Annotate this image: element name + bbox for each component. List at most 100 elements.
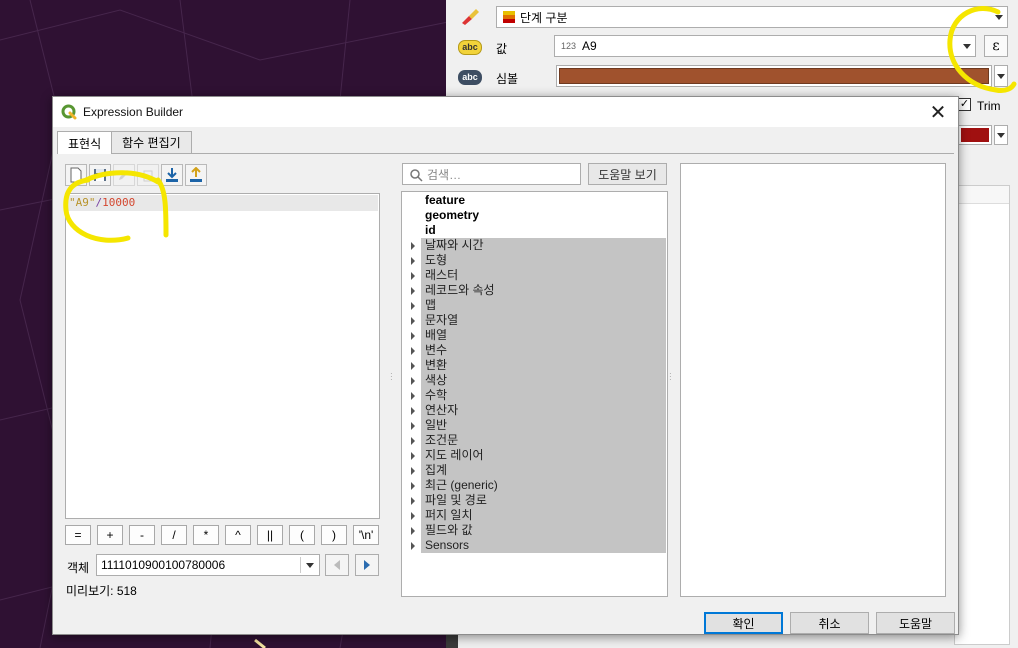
tree-group-item[interactable]: 맵 <box>421 298 666 313</box>
search-input[interactable]: 검색… <box>402 163 581 185</box>
tree-group-item[interactable]: 변환 <box>421 358 666 373</box>
expand-arrow-icon[interactable] <box>411 542 415 550</box>
symbol-button[interactable] <box>556 65 992 87</box>
tab-divider <box>57 153 954 154</box>
splitter-handle[interactable]: · · · <box>669 370 672 384</box>
operator-minus-button[interactable]: - <box>129 525 155 545</box>
expand-arrow-icon[interactable] <box>411 437 415 445</box>
ok-button[interactable]: 확인 <box>704 612 783 634</box>
tree-group-item[interactable]: 배열 <box>421 328 666 343</box>
export-icon[interactable] <box>185 164 207 186</box>
expand-arrow-icon[interactable] <box>411 347 415 355</box>
function-tree[interactable]: feature geometry id 날짜와 시간 도형 래스터 레코드와 속성 맵 문… <box>401 191 668 597</box>
save-icon[interactable] <box>89 164 111 186</box>
show-help-button[interactable]: 도움말 보기 <box>588 163 667 185</box>
expand-arrow-icon[interactable] <box>411 362 415 370</box>
symbol-menu-button[interactable] <box>994 65 1008 87</box>
tree-group-item[interactable]: 연산자 <box>421 403 666 418</box>
operator-divide-button[interactable]: / <box>161 525 187 545</box>
tree-group-item[interactable]: 변수 <box>421 343 666 358</box>
trim-checkbox[interactable]: ✓ <box>958 98 971 111</box>
tree-group-item[interactable]: 최근 (generic) <box>421 478 666 493</box>
expand-arrow-icon[interactable] <box>411 527 415 535</box>
chevron-down-icon <box>997 133 1005 138</box>
tree-group-item[interactable]: 일반 <box>421 418 666 433</box>
help-button[interactable]: 도움말 <box>876 612 955 634</box>
trim-label: Trim <box>977 99 1001 113</box>
expand-arrow-icon[interactable] <box>411 467 415 475</box>
expand-arrow-icon[interactable] <box>411 272 415 280</box>
tree-group-item[interactable]: 집계 <box>421 463 666 478</box>
expand-arrow-icon[interactable] <box>411 317 415 325</box>
search-icon <box>410 169 423 182</box>
expand-arrow-icon[interactable] <box>411 242 415 250</box>
tab-expression[interactable]: 표현식 <box>57 131 113 154</box>
feature-label: 객체 <box>67 561 90 575</box>
operator-newline-button[interactable]: '\n' <box>353 525 379 545</box>
tree-item-geometry[interactable]: geometry <box>421 208 667 223</box>
tree-group-item[interactable]: 퍼지 일치 <box>421 508 666 523</box>
next-feature-button[interactable] <box>355 554 379 576</box>
color-ramp-fill <box>961 128 989 142</box>
previous-feature-button[interactable] <box>325 554 349 576</box>
value-field-combo[interactable]: 123 A9 <box>554 35 976 57</box>
expression-field-token: "A9" <box>69 196 96 209</box>
close-icon[interactable]: ✕ <box>926 100 950 124</box>
expand-arrow-icon[interactable] <box>411 512 415 520</box>
expression-number-token: 10000 <box>102 196 136 209</box>
expand-arrow-icon[interactable] <box>411 332 415 340</box>
operator-concat-button[interactable]: || <box>257 525 283 545</box>
tree-group-item[interactable]: 래스터 <box>421 268 666 283</box>
expand-arrow-icon[interactable] <box>411 377 415 385</box>
expression-button[interactable]: ε <box>984 35 1008 57</box>
expand-arrow-icon[interactable] <box>411 407 415 415</box>
tree-item-feature[interactable]: feature <box>421 193 667 208</box>
expand-arrow-icon[interactable] <box>411 497 415 505</box>
operator-open-paren-button[interactable]: ( <box>289 525 315 545</box>
new-file-icon[interactable] <box>65 164 87 186</box>
tree-group-item[interactable]: 문자열 <box>421 313 666 328</box>
symbol-color-fill <box>559 68 989 84</box>
dialog-title: Expression Builder <box>83 105 184 119</box>
expand-arrow-icon[interactable] <box>411 452 415 460</box>
class-list[interactable] <box>954 185 1010 645</box>
value-field-name: A9 <box>582 39 597 53</box>
operator-close-paren-button[interactable]: ) <box>321 525 347 545</box>
operator-power-button[interactable]: ^ <box>225 525 251 545</box>
expression-editor[interactable]: "A9"/10000 <box>65 193 380 519</box>
tree-group-item[interactable]: 수학 <box>421 388 666 403</box>
import-icon[interactable] <box>161 164 183 186</box>
operator-multiply-button[interactable]: * <box>193 525 219 545</box>
tab-function-editor[interactable]: 함수 편집기 <box>111 131 192 153</box>
tree-group-item[interactable]: 지도 레이어 <box>421 448 666 463</box>
arrow-right-icon <box>364 560 370 570</box>
splitter-handle[interactable]: · · · <box>390 370 393 384</box>
ramp-menu-button[interactable] <box>994 125 1008 145</box>
tree-group-item[interactable]: 도형 <box>421 253 666 268</box>
expand-arrow-icon[interactable] <box>411 422 415 430</box>
cancel-button[interactable]: 취소 <box>790 612 869 634</box>
color-ramp-button[interactable] <box>958 125 992 145</box>
tree-item-id[interactable]: id <box>421 223 667 238</box>
expression-builder-dialog: Expression Builder ✕ 표현식 함수 편집기 "A9"/100… <box>52 96 959 635</box>
tree-group-item[interactable]: 조건문 <box>421 433 666 448</box>
tree-group-item[interactable]: Sensors <box>421 538 666 553</box>
operator-plus-button[interactable]: + <box>97 525 123 545</box>
arrow-left-icon <box>334 560 340 570</box>
abc-gray-icon: abc <box>458 67 482 87</box>
qgis-logo-icon <box>61 104 77 120</box>
operator-equals-button[interactable]: = <box>65 525 91 545</box>
value-label: 값 <box>496 42 508 56</box>
tree-group-item[interactable]: 날짜와 시간 <box>421 238 666 253</box>
tree-group-item[interactable]: 필드와 값 <box>421 523 666 538</box>
expand-arrow-icon[interactable] <box>411 482 415 490</box>
tree-group-item[interactable]: 색상 <box>421 373 666 388</box>
expand-arrow-icon[interactable] <box>411 257 415 265</box>
expand-arrow-icon[interactable] <box>411 392 415 400</box>
tree-group-item[interactable]: 파일 및 경로 <box>421 493 666 508</box>
expand-arrow-icon[interactable] <box>411 302 415 310</box>
expand-arrow-icon[interactable] <box>411 287 415 295</box>
tree-group-item[interactable]: 레코드와 속성 <box>421 283 666 298</box>
renderer-combo[interactable]: 단계 구분 <box>496 6 1008 28</box>
feature-combo[interactable]: 1111010900100780006 <box>96 554 320 576</box>
